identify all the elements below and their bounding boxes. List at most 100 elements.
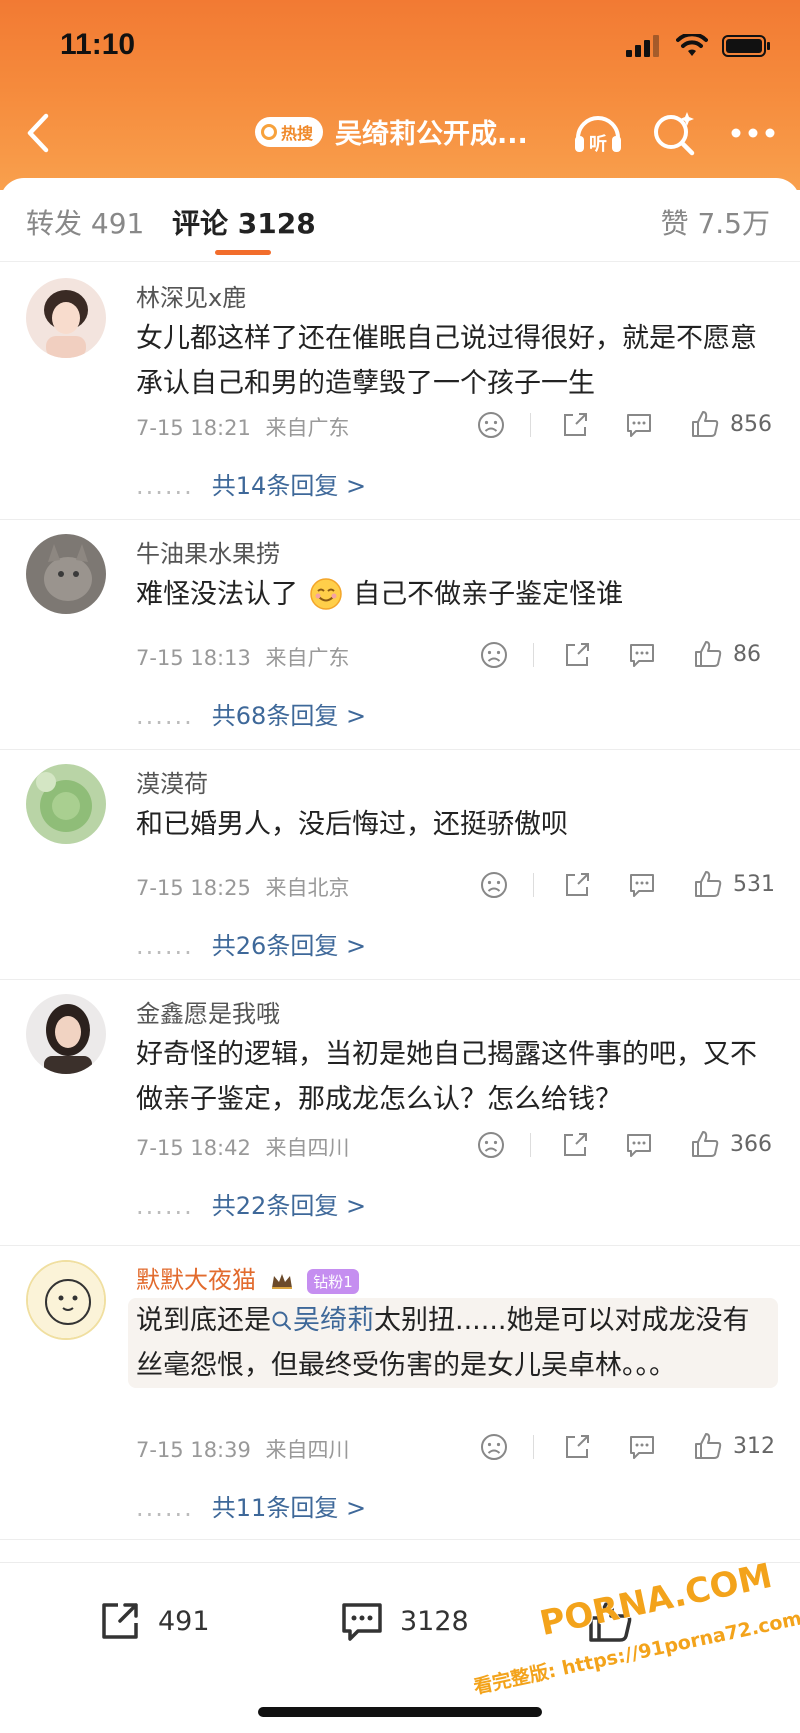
signal-icon xyxy=(626,35,659,57)
comment-item: 金鑫愿是我哦 好奇怪的逻辑，当初是她自己揭露这件事的吧，又不做亲子鉴定，那成龙怎… xyxy=(0,980,800,1246)
username[interactable]: 林深见x鹿 xyxy=(136,278,246,313)
status-time: 11:10 xyxy=(60,28,136,61)
search-icon xyxy=(272,1311,291,1330)
dislike-icon[interactable] xyxy=(476,410,506,440)
search-icon[interactable] xyxy=(650,108,698,158)
view-replies-link[interactable]: ...... 共14条回复 > xyxy=(136,466,366,501)
comment-button[interactable]: 3128 xyxy=(338,1597,469,1645)
comment-icon xyxy=(342,1603,382,1641)
replies-count: 共68条回复 > xyxy=(211,702,367,730)
hot-search-label: 热搜 xyxy=(281,123,314,143)
comment-item: 林深见x鹿 女儿都这样了还在催眠自己说过得很好，就是不愿意承认自己和男的造孽毁了… xyxy=(0,264,800,520)
username[interactable]: 默默大夜猫 钻粉1 xyxy=(136,1260,359,1295)
comment-text-part: 说到底还是 xyxy=(136,1305,271,1336)
divider xyxy=(533,643,534,667)
dislike-icon[interactable] xyxy=(479,870,509,900)
like-count: 86 xyxy=(733,642,761,667)
like-count: 531 xyxy=(733,872,775,897)
reply-icon[interactable] xyxy=(627,640,657,670)
wifi-icon xyxy=(676,34,708,56)
listen-button-icon[interactable]: 听 xyxy=(570,108,626,158)
topic-title: 吴绮莉公开成... xyxy=(335,119,528,150)
comment-location: 来自广东 xyxy=(265,416,350,440)
replies-dots: ...... xyxy=(136,932,194,960)
topic-link[interactable]: 吴绮莉 xyxy=(271,1305,374,1336)
comment-location: 来自北京 xyxy=(265,876,350,900)
username-text: 默默大夜猫 xyxy=(136,1266,256,1294)
comment-text: 和已婚男人，没后悔过，还挺骄傲呗 xyxy=(136,809,568,840)
dislike-icon[interactable] xyxy=(479,1432,509,1462)
comment-item: 漠漠荷 和已婚男人，没后悔过，还挺骄傲呗 7-15 18:25 来自北京 531… xyxy=(0,750,800,980)
topic-text: 吴绮莉 xyxy=(293,1305,374,1336)
comment-item: 默默大夜猫 钻粉1 说到底还是 吴绮莉太别扭......她是可以对成龙没有丝毫怨恨… xyxy=(0,1246,800,1540)
repost-icon xyxy=(102,1603,138,1639)
share-icon[interactable] xyxy=(562,640,592,670)
like-icon[interactable] xyxy=(693,869,723,899)
like-icon[interactable] xyxy=(693,639,723,669)
reply-icon[interactable] xyxy=(624,410,654,440)
comment-time: 7-15 18:39 xyxy=(136,1438,251,1462)
username[interactable]: 牛油果水果捞 xyxy=(136,534,280,569)
username[interactable]: 漠漠荷 xyxy=(136,764,208,799)
reply-icon[interactable] xyxy=(627,1432,657,1462)
tab-bar: 转发 491 评论 3128 赞 7.5万 xyxy=(0,178,800,262)
fan-badge: 钻粉1 xyxy=(307,1268,359,1294)
username[interactable]: 金鑫愿是我哦 xyxy=(136,994,280,1029)
topic-title-area[interactable]: 热搜 吴绮莉公开成... xyxy=(255,112,528,151)
reply-icon[interactable] xyxy=(627,870,657,900)
comment-location: 来自四川 xyxy=(265,1136,350,1160)
comment-location: 来自四川 xyxy=(265,1438,350,1462)
reply-icon[interactable] xyxy=(624,1130,654,1160)
back-arrow-icon[interactable] xyxy=(18,108,58,158)
comment-meta: 7-15 18:42 来自四川 xyxy=(136,1132,350,1162)
replies-dots: ...... xyxy=(136,702,194,730)
replies-count: 共14条回复 > xyxy=(211,472,367,500)
avatar[interactable] xyxy=(26,534,106,614)
dislike-icon[interactable] xyxy=(476,1130,506,1160)
share-icon[interactable] xyxy=(560,1130,590,1160)
replies-count: 共11条回复 > xyxy=(211,1494,367,1522)
like-icon[interactable] xyxy=(690,409,720,439)
like-icon[interactable] xyxy=(693,1431,723,1461)
tab-comment[interactable]: 评论 3128 xyxy=(172,202,316,242)
avatar[interactable] xyxy=(26,994,106,1074)
replies-dots: ...... xyxy=(136,1192,194,1220)
active-tab-indicator xyxy=(215,250,271,255)
top-header: 11:10 热搜 吴绮莉公开成... 听 xyxy=(0,0,800,190)
avatar[interactable] xyxy=(26,1260,106,1340)
comment-time: 7-15 18:42 xyxy=(136,1136,251,1160)
tab-repost[interactable]: 转发 491 xyxy=(26,202,144,242)
view-replies-link[interactable]: ...... 共11条回复 > xyxy=(136,1488,366,1523)
listen-label: 听 xyxy=(589,133,607,155)
divider xyxy=(530,413,531,437)
share-icon[interactable] xyxy=(562,870,592,900)
tab-like[interactable]: 赞 7.5万 xyxy=(661,202,770,242)
comment-time: 7-15 18:13 xyxy=(136,646,251,670)
view-replies-link[interactable]: ...... 共26条回复 > xyxy=(136,926,366,961)
replies-count: 共26条回复 > xyxy=(211,932,367,960)
comment-count: 3128 xyxy=(400,1605,469,1637)
comment-text: 好奇怪的逻辑，当初是她自己揭露这件事的吧，又不做亲子鉴定，那成龙怎么认？怎么给钱… xyxy=(136,1039,757,1115)
battery-icon xyxy=(722,35,770,57)
dislike-icon[interactable] xyxy=(479,640,509,670)
share-icon[interactable] xyxy=(562,1432,592,1462)
divider xyxy=(533,1435,534,1459)
replies-dots: ...... xyxy=(136,472,194,500)
view-replies-link[interactable]: ...... 共22条回复 > xyxy=(136,1186,366,1221)
view-replies-link[interactable]: ...... 共68条回复 > xyxy=(136,696,366,731)
like-count: 366 xyxy=(730,1132,772,1157)
avatar[interactable] xyxy=(26,764,106,844)
comment-time: 7-15 18:21 xyxy=(136,416,251,440)
like-icon[interactable] xyxy=(690,1129,720,1159)
comment-text: 女儿都这样了还在催眠自己说过得很好，就是不愿意承认自己和男的造孽毁了一个孩子一生 xyxy=(136,323,757,399)
comment-meta: 7-15 18:13 来自广东 xyxy=(136,642,350,672)
divider xyxy=(533,873,534,897)
repost-button[interactable]: 491 xyxy=(96,1597,210,1645)
share-icon[interactable] xyxy=(560,410,590,440)
smile-emoji-icon xyxy=(309,578,342,610)
comment-text-part: 自己不做亲子鉴定怪谁 xyxy=(353,579,624,610)
avatar[interactable] xyxy=(26,278,106,358)
divider xyxy=(530,1133,531,1157)
comment-time: 7-15 18:25 xyxy=(136,876,251,900)
more-options-icon[interactable] xyxy=(728,118,778,148)
